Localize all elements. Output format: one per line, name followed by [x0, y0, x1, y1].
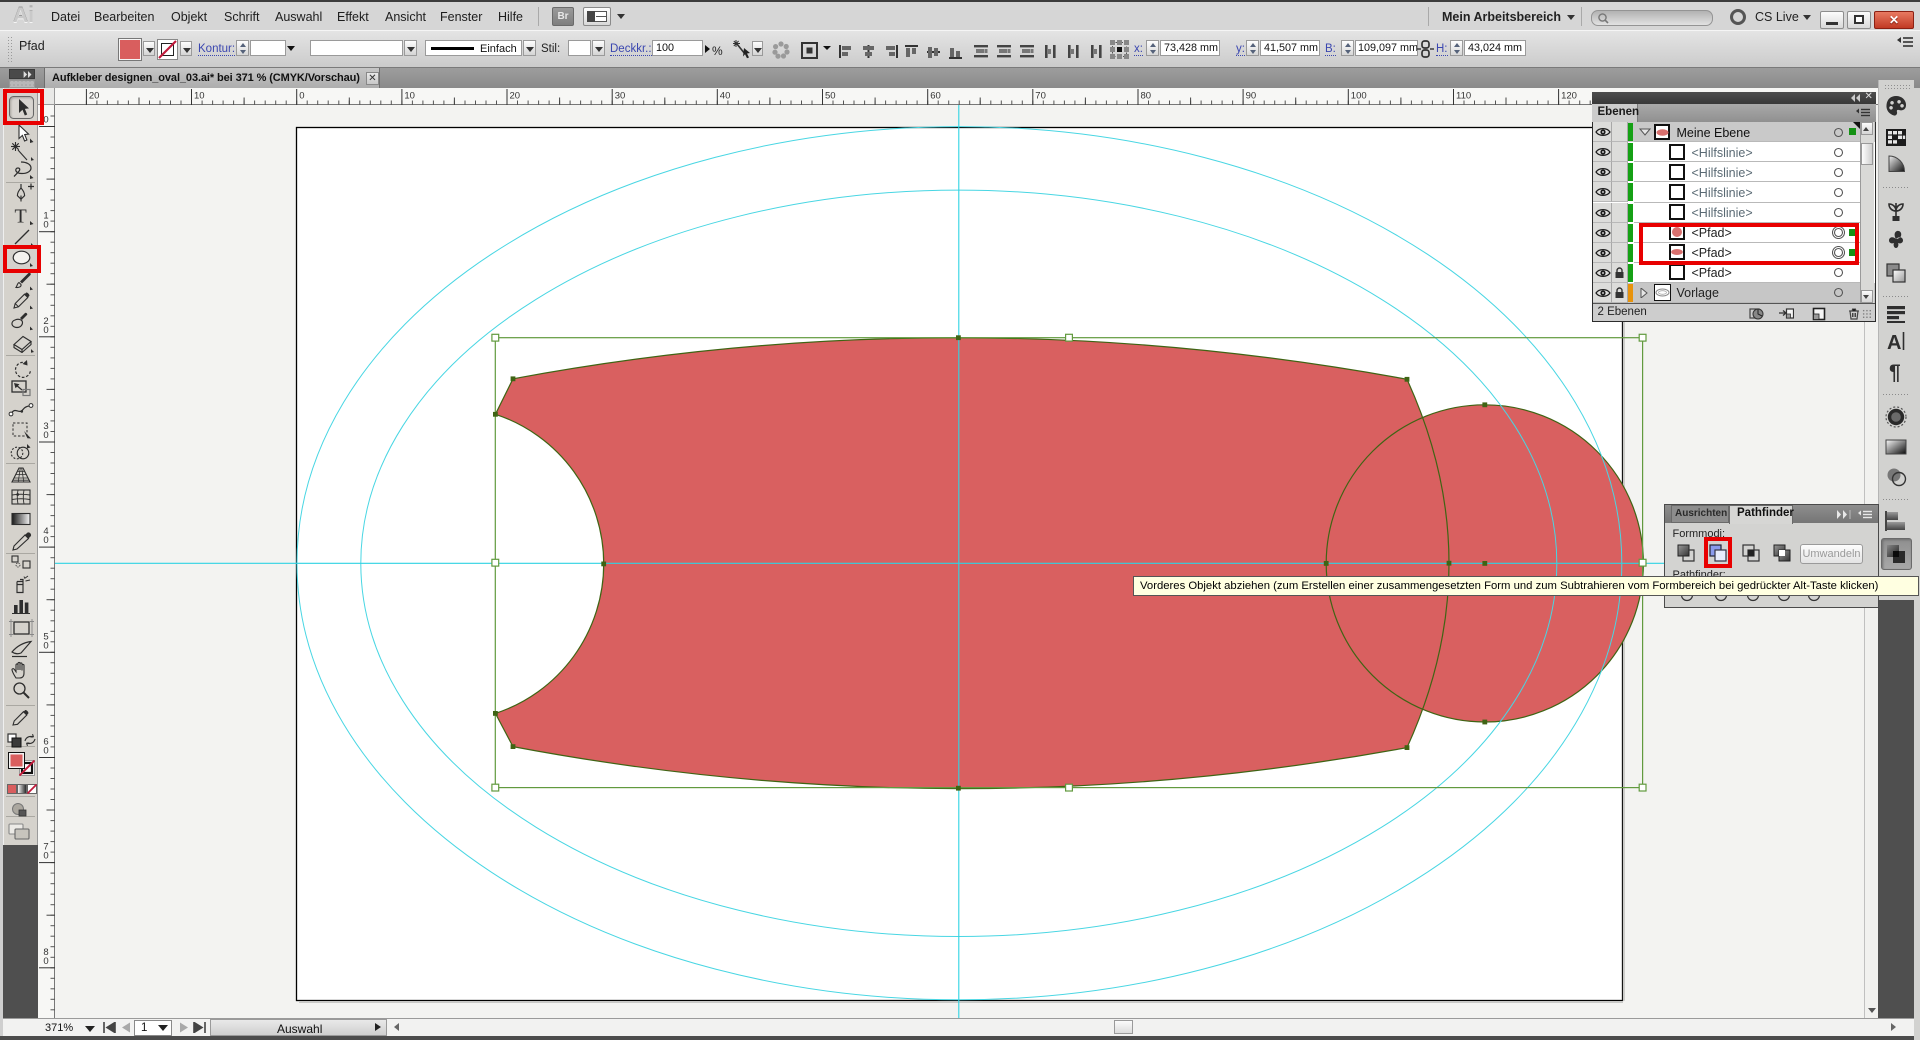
- svg-text:70: 70: [1035, 91, 1046, 102]
- svg-text:0: 0: [43, 325, 48, 336]
- svg-text:20: 20: [510, 91, 521, 102]
- svg-text:0: 0: [43, 746, 48, 757]
- svg-text:10: 10: [194, 91, 205, 102]
- svg-text:50: 50: [825, 91, 836, 102]
- svg-text:0: 0: [299, 91, 304, 102]
- svg-text:80: 80: [1141, 91, 1152, 102]
- svg-text:110: 110: [1456, 91, 1471, 102]
- svg-text:40: 40: [720, 91, 731, 102]
- svg-text:¶: ¶: [1889, 361, 1901, 384]
- svg-text:A: A: [1887, 332, 1901, 354]
- svg-text:0: 0: [43, 220, 48, 231]
- svg-text:120: 120: [1561, 91, 1577, 102]
- svg-text:0: 0: [43, 851, 48, 862]
- svg-text:0: 0: [43, 956, 48, 967]
- svg-text:0: 0: [43, 430, 48, 441]
- svg-text:T: T: [15, 206, 27, 228]
- svg-text:0: 0: [43, 535, 48, 546]
- svg-text:30: 30: [615, 91, 626, 102]
- svg-text:60: 60: [930, 91, 941, 102]
- svg-text:10: 10: [404, 91, 415, 102]
- svg-text:100: 100: [1351, 91, 1367, 102]
- svg-text:90: 90: [1246, 91, 1257, 102]
- svg-text:0: 0: [43, 640, 48, 651]
- svg-text:20: 20: [89, 91, 100, 102]
